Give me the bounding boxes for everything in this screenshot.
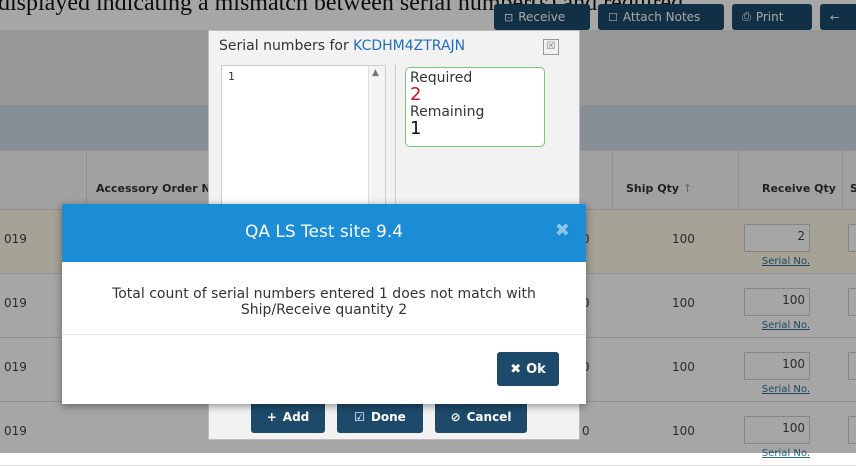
ok-button[interactable]: ✖ Ok xyxy=(497,352,559,386)
add-button[interactable]: + Add xyxy=(251,401,325,433)
close-icon[interactable]: ✖ xyxy=(555,220,570,241)
plus-icon: + xyxy=(266,410,277,424)
serial-modal-title: Serial numbers for KCDHM4ZTRAJN xyxy=(219,38,465,54)
alert-title: QA LS Test site 9.4 xyxy=(244,222,404,242)
add-label: Add xyxy=(282,410,310,424)
serial-number-entry: 1 xyxy=(228,70,235,83)
ok-label: Ok xyxy=(526,361,546,377)
alert-divider xyxy=(62,334,586,335)
serial-modal-item-code: KCDHM4ZTRAJN xyxy=(353,38,466,54)
serial-modal-title-prefix: Serial numbers for xyxy=(219,38,349,54)
alert-dialog: QA LS Test site 9.4 ✖ Total count of ser… xyxy=(62,204,586,404)
remaining-value: 1 xyxy=(410,118,422,139)
done-label: Done xyxy=(370,410,406,424)
times-icon: ✖ xyxy=(510,361,522,377)
cancel-button[interactable]: ⊘ Cancel xyxy=(435,401,527,433)
alert-header: QA LS Test site 9.4 ✖ xyxy=(62,204,586,262)
cancel-icon: ⊘ xyxy=(450,410,461,424)
serial-count-panel: Required 2 Remaining 1 xyxy=(405,67,545,147)
done-button[interactable]: ☑ Done xyxy=(337,401,423,433)
scroll-up-icon[interactable]: ▲ xyxy=(372,68,379,78)
check-icon: ☑ xyxy=(354,410,365,424)
close-icon[interactable]: ☒ xyxy=(543,39,559,55)
cancel-label: Cancel xyxy=(466,410,512,424)
alert-message: Total count of serial numbers entered 1 … xyxy=(112,286,536,318)
required-value: 2 xyxy=(410,84,422,105)
